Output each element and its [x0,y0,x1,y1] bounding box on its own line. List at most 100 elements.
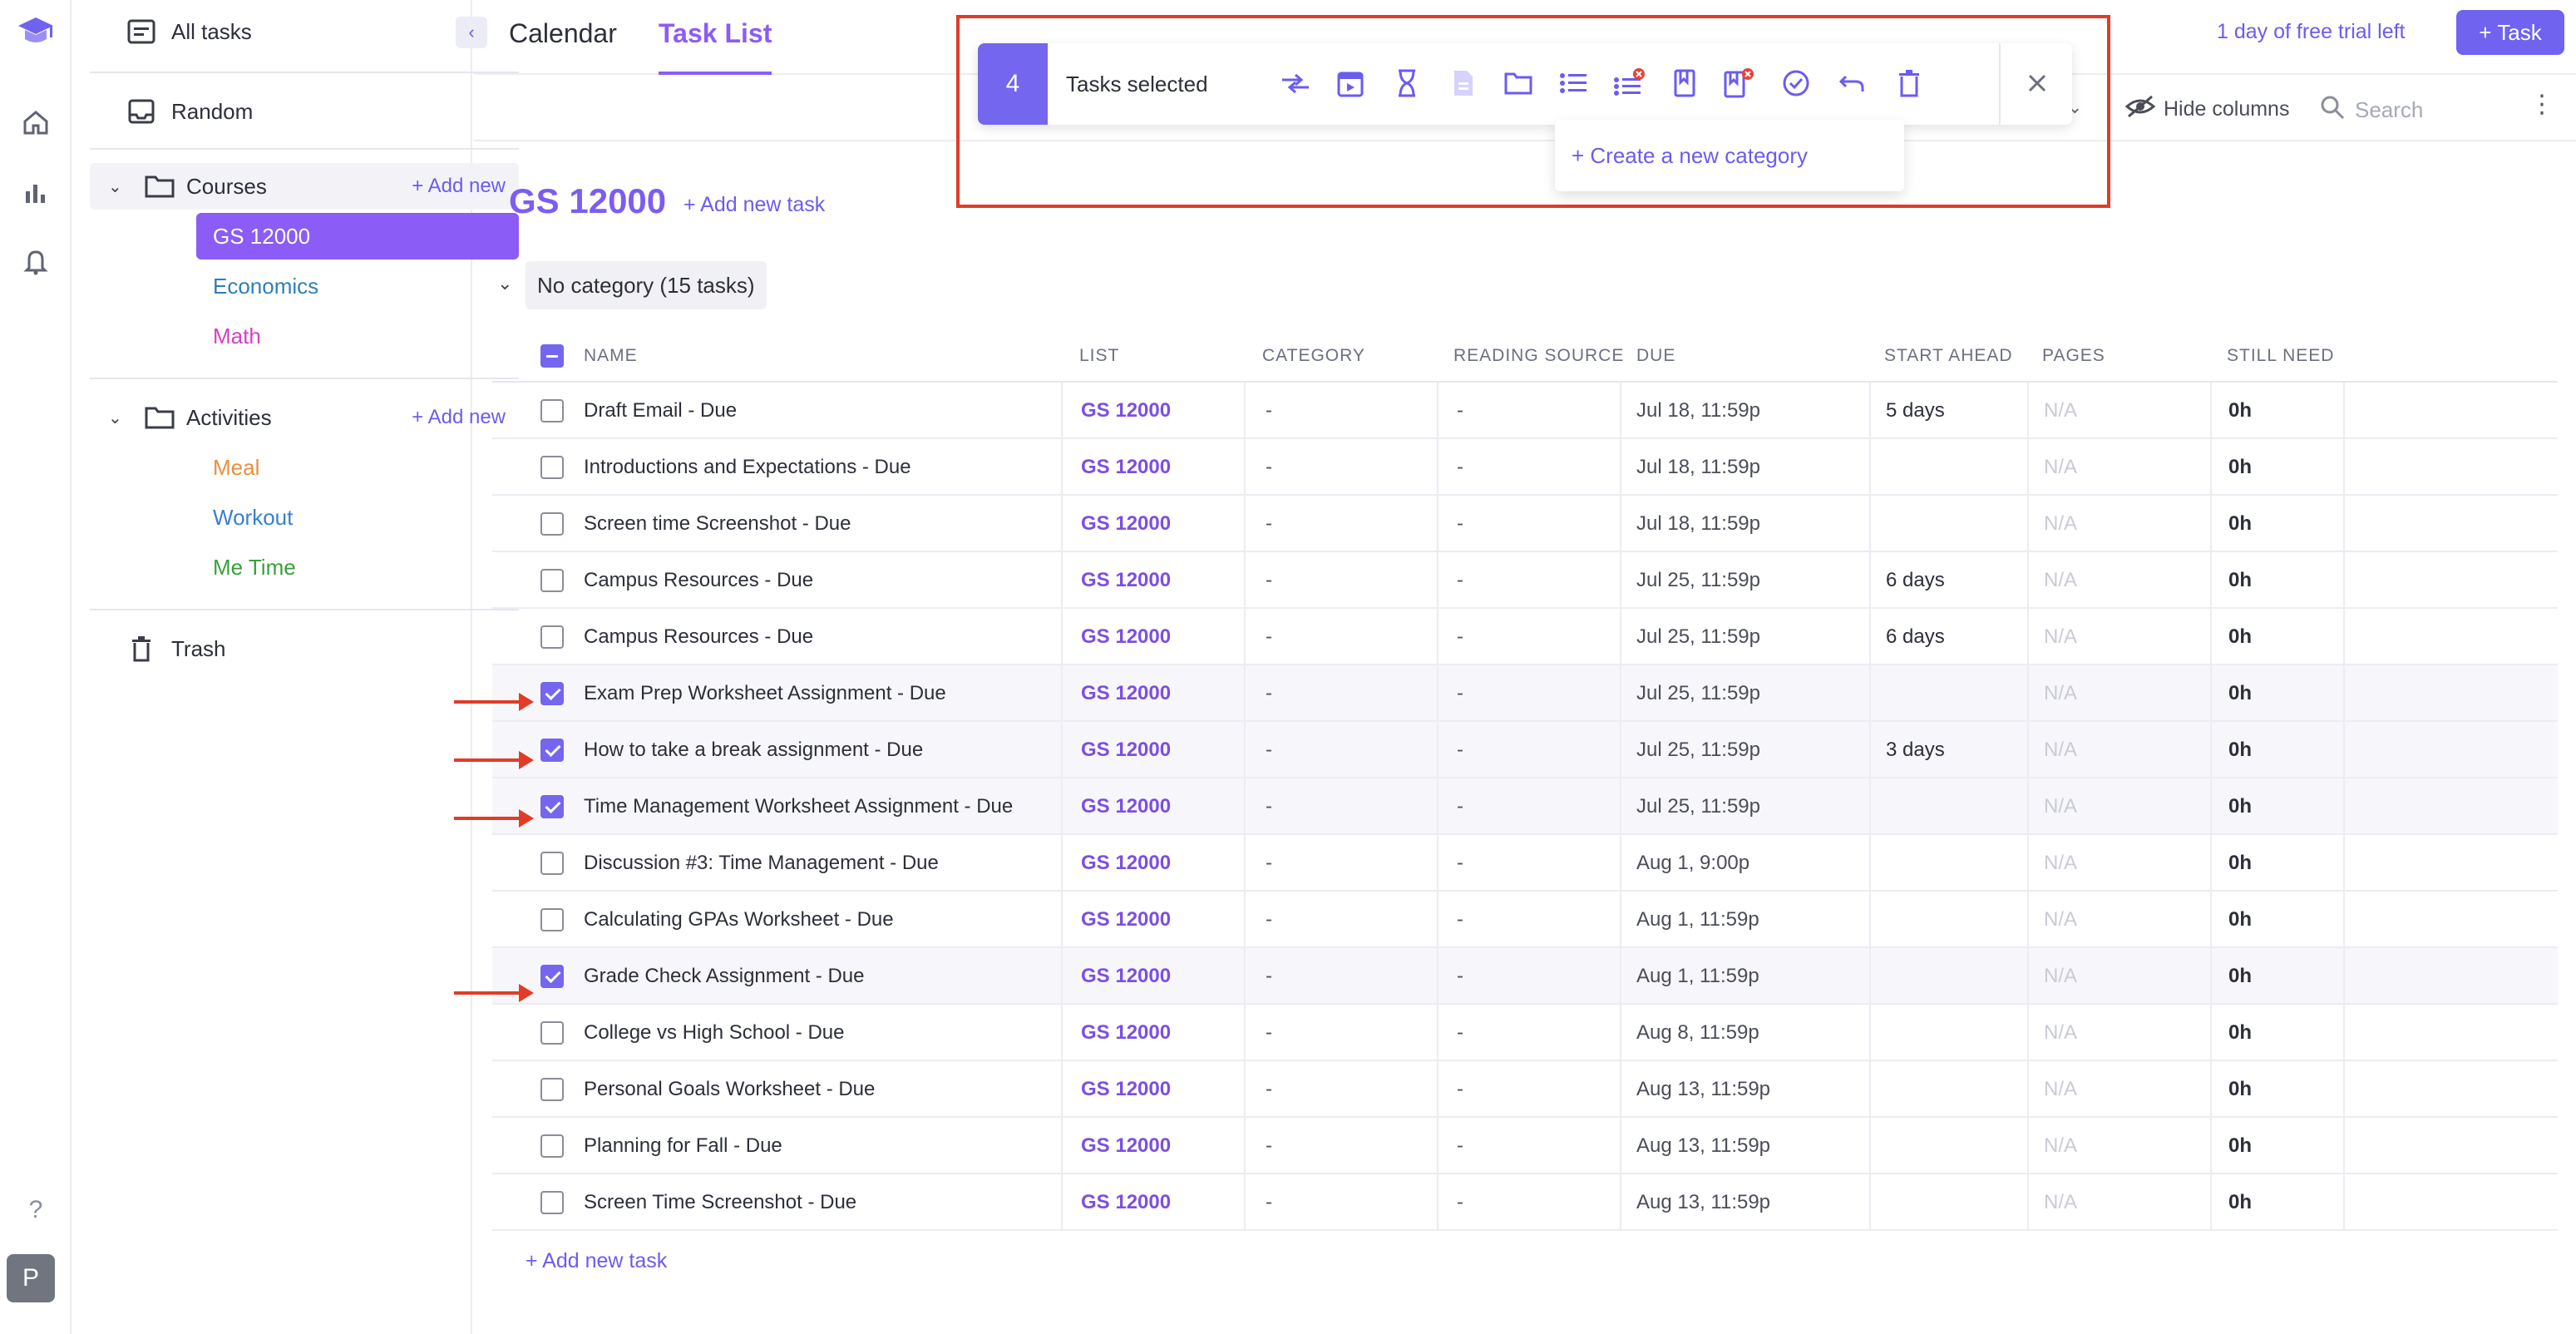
column-header-category[interactable]: CATEGORY [1262,346,1365,366]
row-checkbox[interactable] [540,739,564,762]
tab-task-list[interactable]: Task List [659,18,772,75]
table-row[interactable]: Time Management Worksheet Assignment - D… [492,778,2558,835]
chevron-down-icon[interactable]: ⌄ [108,408,128,428]
task-name[interactable]: Planning for Fall - Due [584,1118,782,1174]
row-checkbox[interactable] [540,625,564,649]
row-checkbox[interactable] [540,1191,564,1214]
task-list[interactable]: GS 12000 [1081,1118,1171,1174]
table-row[interactable]: Screen Time Screenshot - Due GS 12000 - - Au… [492,1174,2558,1231]
bookmark-icon[interactable] [1668,67,1701,100]
folder-category-icon[interactable] [1502,67,1535,100]
row-checkbox[interactable] [540,456,564,479]
row-checkbox[interactable] [540,1021,564,1045]
remove-bookmark-icon[interactable] [1723,67,1756,100]
table-row[interactable]: Draft Email - Due GS 12000 - - Jul 18, 11:59… [492,383,2558,439]
table-row[interactable]: Personal Goals Worksheet - Due GS 12000 - -… [492,1061,2558,1118]
row-checkbox[interactable] [540,399,564,422]
table-row[interactable]: Introductions and Expectations - Due GS 1… [492,439,2558,496]
task-list[interactable]: GS 12000 [1081,496,1171,552]
avatar[interactable]: P [7,1254,55,1302]
add-course-button[interactable]: + Add new [412,175,506,198]
list-icon[interactable] [1557,67,1590,100]
sidebar-item-workout[interactable]: Workout [196,494,519,541]
stats-icon[interactable] [15,171,57,213]
sidebar-item-random[interactable]: Random [73,88,452,135]
task-name[interactable]: Exam Prep Worksheet Assignment - Due [584,665,946,722]
task-name[interactable]: Discussion #3: Time Management - Due [584,835,939,892]
collapse-sidebar-button[interactable]: ‹ [456,17,487,48]
delete-icon[interactable] [1893,67,1926,100]
task-list[interactable]: GS 12000 [1081,383,1171,439]
sidebar-item-meal[interactable]: Meal [196,444,519,491]
task-list[interactable]: GS 12000 [1081,609,1171,665]
task-name[interactable]: Calculating GPAs Worksheet - Due [584,892,894,948]
add-task-button[interactable]: + Task [2456,10,2564,55]
row-checkbox[interactable] [540,682,564,705]
row-checkbox[interactable] [540,965,564,988]
row-checkbox[interactable] [540,852,564,875]
column-header-start-ahead[interactable]: START AHEAD [1884,346,2013,366]
task-name[interactable]: Campus Resources - Due [584,609,813,665]
check-circle-icon[interactable] [1779,67,1813,100]
row-checkbox[interactable] [540,1078,564,1101]
sidebar-item-trash[interactable]: Trash [73,625,452,672]
sidebar-item-all-tasks[interactable]: All tasks [73,8,452,55]
sidebar-item-gs-12000[interactable]: GS 12000 [196,213,519,259]
task-list[interactable]: GS 12000 [1081,1061,1171,1118]
category-group-toggle[interactable]: No category (15 tasks) [526,261,767,309]
sidebar-item-me-time[interactable]: Me Time [196,544,519,590]
task-name[interactable]: Screen Time Screenshot - Due [584,1174,856,1231]
sidebar-item-math[interactable]: Math [196,313,519,359]
task-name[interactable]: How to take a break assignment - Due [584,722,923,778]
select-all-checkbox[interactable] [540,344,564,368]
row-checkbox[interactable] [540,569,564,592]
calendar-due-icon[interactable] [1334,67,1367,100]
undo-icon[interactable] [1836,67,1869,100]
task-list[interactable]: GS 12000 [1081,722,1171,778]
table-row[interactable]: Screen time Screenshot - Due GS 12000 - - Ju… [492,496,2558,552]
task-list[interactable]: GS 12000 [1081,778,1171,835]
sidebar-group-activities[interactable]: ⌄ Activities + Add new [90,394,519,441]
more-options-icon[interactable]: ⋮ [2529,90,2554,119]
table-row[interactable]: Campus Resources - Due GS 12000 - - Jul 25, … [492,609,2558,665]
table-row[interactable]: Calculating GPAs Worksheet - Due GS 12000… [492,892,2558,948]
task-list[interactable]: GS 12000 [1081,439,1171,496]
table-row[interactable]: Discussion #3: Time Management - Due GS 1… [492,835,2558,892]
move-icon[interactable] [1279,67,1312,100]
search-input[interactable]: Search [2320,95,2423,126]
reading-source-icon[interactable] [1447,67,1480,100]
hourglass-icon[interactable] [1390,67,1424,100]
chevron-down-icon[interactable]: ⌄ [497,273,512,294]
trial-notice[interactable]: 1 day of free trial left [2217,20,2406,44]
remove-from-list-icon[interactable] [1613,67,1646,100]
column-header-still-need[interactable]: STILL NEED [2227,346,2334,366]
column-header-list[interactable]: LIST [1079,346,1119,366]
tab-calendar[interactable]: Calendar [509,18,617,75]
task-list[interactable]: GS 12000 [1081,835,1171,892]
graduation-cap-logo-icon[interactable] [15,12,57,53]
task-name[interactable]: Introductions and Expectations - Due [584,439,911,496]
task-list[interactable]: GS 12000 [1081,948,1171,1005]
help-icon[interactable]: ? [15,1189,57,1231]
task-name[interactable]: Grade Check Assignment - Due [584,948,865,1005]
table-row[interactable]: Planning for Fall - Due GS 12000 - - Aug 13,… [492,1118,2558,1174]
task-name[interactable]: Screen time Screenshot - Due [584,496,851,552]
task-list[interactable]: GS 12000 [1081,1174,1171,1231]
task-name[interactable]: Campus Resources - Due [584,552,813,609]
close-icon[interactable] [2021,67,2054,100]
task-list[interactable]: GS 12000 [1081,665,1171,722]
row-checkbox[interactable] [540,1134,564,1158]
bell-icon[interactable] [15,241,57,283]
add-new-task-bottom-link[interactable]: + Add new task [526,1249,667,1273]
table-row[interactable]: Grade Check Assignment - Due GS 12000 - - Au… [492,948,2558,1005]
row-checkbox[interactable] [540,512,564,536]
home-icon[interactable] [15,101,57,143]
task-name[interactable]: College vs High School - Due [584,1005,845,1061]
table-row[interactable]: Campus Resources - Due GS 12000 - - Jul 25, … [492,552,2558,609]
chevron-down-icon[interactable]: ⌄ [108,176,128,197]
create-category-menu-item[interactable]: + Create a new category [1555,120,1904,191]
hide-columns-button[interactable]: Hide columns [2124,95,2289,124]
table-row[interactable]: College vs High School - Due GS 12000 - - Au… [492,1005,2558,1061]
task-list[interactable]: GS 12000 [1081,1005,1171,1061]
column-header-name[interactable]: NAME [584,346,638,366]
